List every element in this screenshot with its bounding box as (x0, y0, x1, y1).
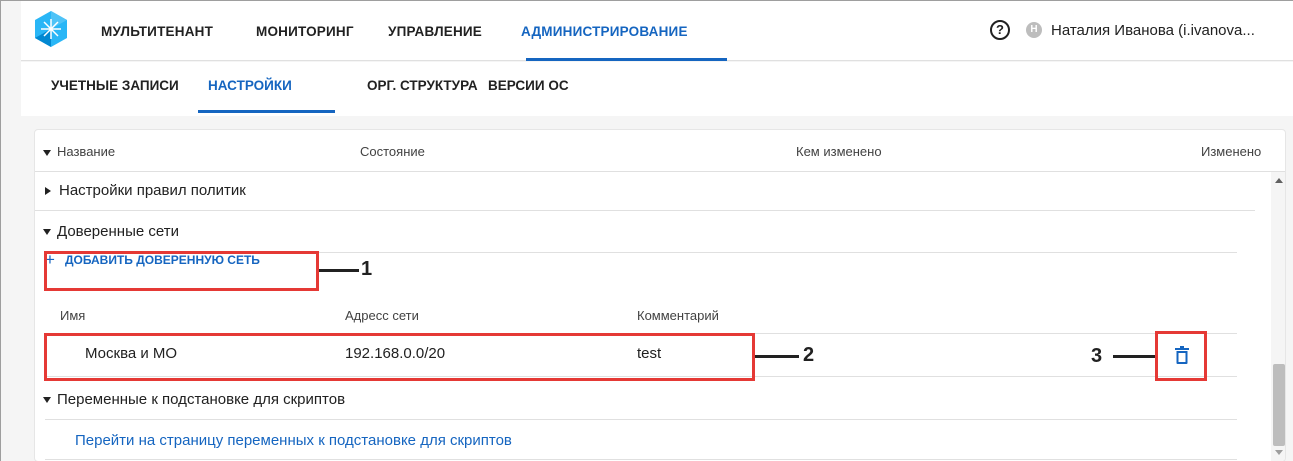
app-logo-icon[interactable] (35, 11, 67, 47)
divider (45, 459, 1237, 460)
column-name-header[interactable]: Название (43, 144, 115, 159)
column-state-header[interactable]: Состояние (360, 144, 425, 159)
callout-number-1: 1 (361, 258, 373, 280)
help-icon[interactable]: ? (990, 20, 1010, 40)
callout-number-2: 2 (803, 344, 815, 366)
column-changed-by-header[interactable]: Кем изменено (796, 144, 882, 159)
settings-panel: Название Состояние Кем изменено Изменено… (34, 129, 1286, 461)
nav-multitenant[interactable]: МУЛЬТИТЕНАНТ (101, 24, 213, 39)
column-comment[interactable]: Комментарий (637, 308, 719, 323)
group-label: Настройки правил политик (59, 182, 246, 199)
column-changed-at-header[interactable]: Изменено (1201, 144, 1261, 159)
chevron-right-icon (45, 187, 51, 196)
vertical-scrollbar[interactable] (1271, 172, 1285, 461)
group-label: Переменные к подстановке для скриптов (57, 391, 346, 408)
tab-active-indicator (198, 110, 335, 113)
avatar[interactable]: Н (1026, 22, 1042, 38)
tab-accounts[interactable]: УЧЕТНЫЕ ЗАПИСИ (51, 78, 179, 93)
user-name[interactable]: Наталия Иванова (i.ivanova... (1051, 22, 1255, 39)
app-window: МУЛЬТИТЕНАНТ МОНИТОРИНГ УПРАВЛЕНИЕ АДМИН… (0, 0, 1293, 461)
scroll-up-icon[interactable] (1275, 178, 1283, 183)
callout-number-3: 3 (1091, 345, 1103, 367)
scroll-thumb[interactable] (1273, 364, 1285, 446)
table-header: Название Состояние Кем изменено Изменено (35, 130, 1285, 172)
divider (35, 210, 1255, 211)
tab-org-structure[interactable]: ОРГ. СТРУКТУРА (367, 78, 478, 93)
top-navigation: МУЛЬТИТЕНАНТ МОНИТОРИНГ УПРАВЛЕНИЕ АДМИН… (21, 1, 1293, 61)
scroll-down-icon[interactable] (1275, 450, 1283, 455)
tab-os-versions[interactable]: ВЕРСИИ ОС (488, 78, 569, 93)
divider (45, 419, 1237, 420)
group-trusted-networks[interactable]: Доверенные сети (43, 223, 1263, 240)
callout-line-1 (319, 269, 359, 272)
group-policy-rules[interactable]: Настройки правил политик (45, 182, 1265, 199)
chevron-down-icon (43, 397, 51, 404)
nav-management[interactable]: УПРАВЛЕНИЕ (388, 24, 482, 39)
column-network-address[interactable]: Адресс сети (345, 308, 419, 323)
chevron-down-icon (43, 149, 51, 156)
callout-box-3 (1155, 331, 1207, 381)
nav-active-indicator (526, 58, 727, 61)
callout-line-2 (755, 355, 799, 358)
column-network-name[interactable]: Имя (60, 308, 85, 323)
tab-settings[interactable]: НАСТРОЙКИ (208, 78, 292, 93)
group-label: Доверенные сети (57, 223, 179, 240)
callout-line-3 (1113, 355, 1155, 358)
group-script-variables[interactable]: Переменные к подстановке для скриптов (43, 391, 1263, 408)
nav-administration[interactable]: АДМИНИСТРИРОВАНИЕ (521, 24, 688, 39)
chevron-down-icon (43, 229, 51, 236)
callout-box-1 (44, 251, 319, 291)
sub-navigation: УЧЕТНЫЕ ЗАПИСИ НАСТРОЙКИ ОРГ. СТРУКТУРА … (21, 62, 1293, 116)
callout-box-2 (44, 333, 755, 381)
script-variables-link[interactable]: Перейти на страницу переменных к подстан… (75, 432, 512, 449)
nav-monitoring[interactable]: МОНИТОРИНГ (256, 24, 354, 39)
